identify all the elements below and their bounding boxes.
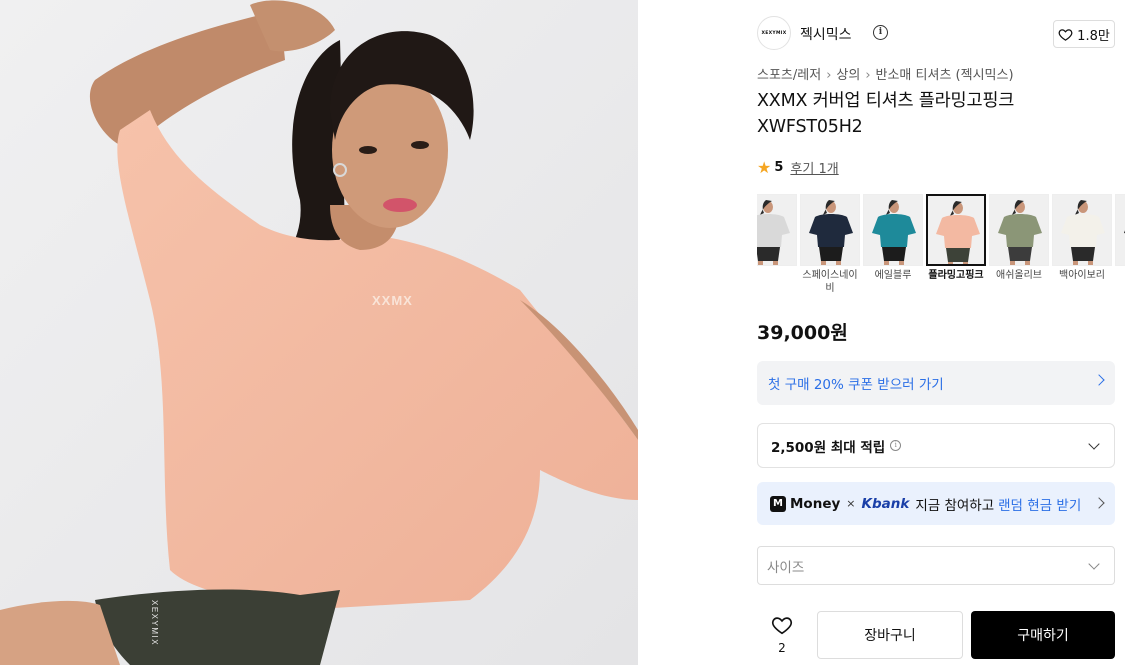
color-swatch[interactable] [757, 194, 797, 269]
color-swatch[interactable]: 스페이스네이비 [800, 194, 860, 295]
shirt-print-text: XXMX [372, 293, 413, 308]
buy-now-button[interactable]: 구매하기 [971, 611, 1115, 659]
points-accordion[interactable]: 2,500원 최대 적립 i [757, 423, 1115, 468]
info-icon[interactable]: i [873, 25, 888, 40]
brand-like-button[interactable]: 1.8만 [1053, 20, 1115, 48]
naver-money-icon: M [770, 495, 786, 512]
size-select[interactable]: 사이즈 [757, 546, 1115, 585]
size-select-placeholder: 사이즈 [767, 559, 805, 576]
reviews-link[interactable]: 후기 1개 [790, 158, 838, 177]
product-rating: ★ 5 후기 1개 [757, 158, 839, 177]
color-swatch[interactable]: 백아이보리 [1052, 194, 1112, 282]
star-icon: ★ [757, 158, 772, 177]
color-swatch-label: 플라밍고핑크 [928, 270, 984, 281]
brand-logo-text: XEXYMIX [761, 30, 787, 36]
breadcrumb: 스포츠/레저 › 상의 › 반소매 티셔츠 (젝시믹스) [757, 64, 1014, 83]
rating-score: 5 [774, 160, 784, 175]
color-swatch-label: 블 [1115, 269, 1125, 282]
color-swatch-label: 애쉬올리브 [996, 270, 1042, 281]
cart-button-label: 장바구니 [864, 628, 916, 644]
color-swatch[interactable]: 에일블루 [863, 194, 923, 282]
kbank-logo: Kbank [861, 495, 910, 512]
points-text: 2,500원 최대 적립 [771, 439, 886, 456]
promo-text: 지금 참여하고 [915, 497, 995, 514]
coupon-text: 첫 구매 20% 쿠폰 받으러 가기 [768, 377, 944, 393]
heart-icon [1058, 28, 1073, 41]
color-swatch-label: 스페이스네이비 [802, 270, 858, 294]
brand-logo[interactable]: XEXYMIX [757, 16, 791, 50]
money-text: Money [790, 495, 841, 512]
color-swatch-thumb [1052, 194, 1112, 266]
product-main-image[interactable]: XXMX XEXYMIX [0, 0, 638, 665]
chevron-right-icon [1093, 374, 1105, 386]
chevron-right-icon: › [865, 68, 871, 83]
color-swatch-thumb [926, 194, 986, 266]
wishlist-count: 2 [778, 641, 786, 655]
wishlist-button[interactable]: 2 [757, 611, 807, 659]
first-purchase-coupon-banner[interactable]: 첫 구매 20% 쿠폰 받으러 가기 [757, 361, 1115, 405]
breadcrumb-item[interactable]: 상의 [836, 68, 860, 83]
buy-button-label: 구매하기 [1017, 628, 1069, 644]
brand-name[interactable]: 젝시믹스 [800, 24, 852, 44]
shorts-print-text: XEXYMIX [150, 600, 159, 646]
brand-like-count: 1.8만 [1077, 28, 1110, 44]
product-price: 39,000원 [757, 322, 848, 344]
chevron-right-icon: › [826, 68, 832, 83]
promo-highlight: 랜덤 현금 받기 [998, 497, 1082, 514]
color-swatch-thumb [757, 194, 797, 266]
breadcrumb-item[interactable]: 스포츠/레저 [757, 68, 821, 83]
color-swatch-thumb [800, 194, 860, 266]
model-photo: XXMX XEXYMIX [0, 0, 638, 665]
breadcrumb-item[interactable]: 반소매 티셔츠 (젝시믹스) [876, 68, 1014, 83]
color-options: 스페이스네이비 에일블루 플라밍고핑크 애쉬올리브 백아이보리 블 [757, 194, 1125, 304]
color-swatch-label: 백아이보리 [1059, 270, 1105, 281]
heart-icon [771, 617, 793, 635]
product-info-panel: XEXYMIX 젝시믹스 i 1.8만 스포츠/레저 › 상의 › 반소매 티셔츠 (젝… [740, 0, 1125, 665]
color-swatch-label: 에일블루 [874, 270, 912, 281]
color-swatch[interactable]: 플라밍고핑크 [926, 194, 986, 282]
add-to-cart-button[interactable]: 장바구니 [817, 611, 963, 659]
color-swatch-thumb [989, 194, 1049, 266]
brand-row: XEXYMIX 젝시믹스 i 1.8만 [757, 16, 1115, 50]
color-swatch-thumb [1115, 194, 1125, 266]
kbank-promo-banner[interactable]: M Money × Kbank 지금 참여하고 랜덤 현금 받기 [757, 482, 1115, 525]
chevron-down-icon [1088, 558, 1100, 570]
chevron-right-icon [1093, 497, 1105, 509]
color-swatch[interactable]: 애쉬올리브 [989, 194, 1049, 282]
promo-x: × [846, 497, 856, 510]
color-swatch[interactable]: 블 [1115, 194, 1125, 282]
info-icon[interactable]: i [890, 440, 902, 451]
chevron-down-icon [1088, 438, 1100, 450]
product-title: XXMX 커버업 티셔츠 플라밍고핑크 XWFST05H2 [757, 91, 1015, 137]
color-swatch-thumb [863, 194, 923, 266]
